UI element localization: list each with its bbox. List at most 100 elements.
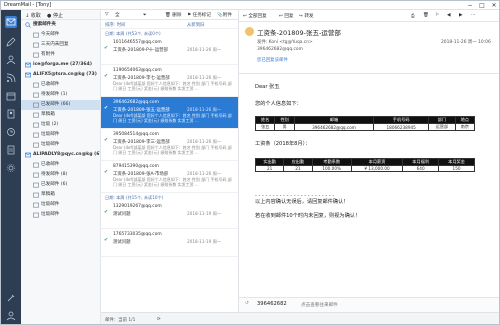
- notes-icon[interactable]: [5, 144, 17, 156]
- sidebar-item[interactable]: 垃圾邮件: [21, 210, 100, 220]
- sidebar-item[interactable]: 待发邮件 (8): [21, 170, 100, 180]
- sort-by-button[interactable]: 排序: 时间: [105, 22, 125, 28]
- compose-icon[interactable]: [5, 36, 17, 48]
- contacts-icon[interactable]: [5, 54, 17, 66]
- sidebar-item[interactable]: 草稿箱: [21, 110, 100, 120]
- print-icon[interactable]: ⎙: [411, 13, 415, 19]
- attachment-button[interactable]: 📎附件: [217, 12, 232, 18]
- sidebar-item[interactable]: ice@forga.me (27/364): [21, 60, 100, 70]
- expand-icon[interactable]: ↺: [245, 301, 249, 306]
- sidebar-item-label: 垃圾邮件: [41, 142, 60, 147]
- group-header-this-week[interactable]: 日期: 本周 (共53个, 未读0个): [101, 29, 238, 37]
- mail-row[interactable]: ✔ 1190654063@qq.com 工资条-201809-李七-运营部 2018-…: [101, 65, 238, 97]
- filter-icon[interactable]: ▽: [105, 12, 109, 17]
- next-icon[interactable]: ▶: [459, 13, 463, 18]
- sidebar-item[interactable]: ALIPADLY8@qyc.cn@kg (67): [21, 150, 100, 160]
- folder-icon: [33, 202, 39, 208]
- read-check-icon: ✔: [104, 209, 109, 215]
- flag-icon[interactable]: ⚐: [435, 13, 439, 18]
- message-to[interactable]: 396462682@qq.com: [257, 47, 303, 52]
- sidebar-item[interactable]: 已发邮件 (66): [21, 100, 100, 110]
- sidebar-item[interactable]: 已发邮件 (6): [21, 180, 100, 190]
- mail-date: 2018-11-19 周一: [187, 239, 222, 244]
- stop-button[interactable]: ● 停止: [47, 12, 63, 19]
- table-header-cell: 考勤系数: [311, 158, 352, 166]
- reply-all-button[interactable]: ↩ 全部回复: [243, 13, 267, 19]
- table-cell: ¥ 13,000.00: [350, 165, 404, 172]
- mail-row[interactable]: ✔ 395084514@qq.com 工资条-201809-李三-运营部 2018-1…: [101, 129, 238, 161]
- footer-note[interactable]: 点击查看往来邮件: [301, 302, 338, 308]
- mail-preview: Dear (def)部某部 您好个人信息如下：姓名 性别 部门 手机号码 部门 …: [113, 177, 232, 187]
- sidebar-item[interactable]: 已收邮件: [21, 80, 100, 90]
- mail-row[interactable]: ✔ 1011646557@qq.com 工资条-201809-P十-运营部 2018-…: [101, 37, 238, 65]
- sidebar-item-label: 今天邮件: [41, 32, 60, 37]
- mail-row[interactable]: ✔ 1765733035@qq.com 测试问题 2018-11-19 周一: [101, 229, 238, 257]
- mail-icon[interactable]: [5, 16, 17, 28]
- sidebar-item[interactable]: 三天内未回复: [21, 40, 100, 50]
- table-header-cell: 实出勤: [254, 158, 285, 166]
- rss-icon[interactable]: [5, 72, 17, 84]
- reply-button[interactable]: ↩ 回复: [279, 13, 294, 19]
- sidebar-item-label: 草稿箱: [41, 112, 55, 117]
- sender-avatar: [245, 27, 254, 36]
- sidebar-item[interactable]: 待发邮件 (1): [21, 90, 100, 100]
- folder-icon: [33, 122, 39, 128]
- delete-icon[interactable]: 🗑: [423, 13, 429, 18]
- sidebar-item[interactable]: 垃圾邮件: [21, 140, 100, 150]
- folder-icon: [33, 182, 39, 188]
- calendar-icon[interactable]: [5, 90, 17, 102]
- table-cell: 21: [254, 165, 285, 172]
- maximize-button[interactable]: □: [476, 1, 488, 10]
- mail-preview: Dear (def)部某部 您好个人信息如下：姓名 性别 部门 手机号码 部门 …: [113, 81, 232, 91]
- forward-button[interactable]: ↪ 转发: [299, 13, 314, 19]
- mail-row[interactable]: ✔ 879415390@qq.com 工资条-201809-张A-市场部 2018-1…: [101, 161, 238, 193]
- mail-row[interactable]: ✔ 1329019267@qq.com 测试问题 2018-11-19 周一: [101, 201, 238, 229]
- table-header-cell: 本月福利: [402, 158, 440, 166]
- app-window: DreamMail - [Tony] − □ ✕ ↓ 收取 ● 停止 搜索邮件夹…: [0, 0, 500, 325]
- filter-funnel-icon[interactable]: ⏷: [143, 12, 147, 18]
- mail-list-pane: ▽ 全 ⏷ 🗑 删除 ⚑ 任务标记 📎附件 排序: 时间 从新到旧 日期: 本周…: [101, 10, 239, 324]
- sidebar-item[interactable]: 今天邮件: [21, 30, 100, 40]
- mail-row[interactable]: ✔ 396462682@qq.com 工资条-201809-张五-运营部 2018-1…: [101, 97, 238, 129]
- account-icon: [25, 62, 31, 68]
- clock-icon[interactable]: [5, 126, 17, 138]
- sidebar-item[interactable]: ALIFX5@tsra.cn@kg (73): [21, 70, 100, 80]
- sidebar-item[interactable]: 垃圾邮件: [21, 200, 100, 210]
- table-header-cell: 姓名: [254, 116, 276, 124]
- folder-icon: [33, 102, 39, 108]
- read-check-icon: ✔: [104, 105, 109, 111]
- mail-from: 1190654063@qq.com: [113, 68, 162, 73]
- reply-all-label: 全部回复: [248, 14, 267, 19]
- account-icon: [25, 152, 31, 158]
- greeting-text: Dear 张五: [255, 84, 280, 90]
- sidebar-item[interactable]: 草稿箱: [21, 190, 100, 200]
- sidebar-item[interactable]: 搜索邮件夹: [21, 20, 100, 30]
- table-header-cell: 手机号码: [373, 116, 430, 124]
- footer-sender[interactable]: 396462682: [257, 301, 287, 307]
- folder-icon: [33, 162, 39, 168]
- contacts-card-icon[interactable]: [5, 108, 17, 120]
- table-cell: 男: [274, 123, 295, 131]
- folder-icon: [33, 142, 39, 148]
- mark-task-button[interactable]: ⚑ 任务标记: [187, 12, 211, 18]
- close-button[interactable]: ✕: [488, 1, 499, 10]
- receive-button[interactable]: ↓ 收取: [25, 12, 41, 19]
- delete-button[interactable]: 🗑 删除: [165, 12, 182, 18]
- settings-icon[interactable]: [5, 162, 17, 174]
- nav-rail: [1, 10, 21, 324]
- group-header-last-week[interactable]: 日期: 本周 (共15个, 未读10个): [101, 193, 238, 201]
- minimize-button[interactable]: −: [464, 1, 476, 10]
- tools-icon[interactable]: [5, 292, 17, 304]
- sidebar-item[interactable]: 垃圾 (2): [21, 120, 100, 130]
- reading-toolbar: ↩ 全部回复 ↩ 回复 ↪ 转发 ⎙ 🗑 ⚐ ◀ ▶ ⋯: [239, 10, 499, 22]
- message-from[interactable]: 发件: Koni <tg@Yuqa.cn>: [257, 39, 313, 45]
- more-icon[interactable]: ⋯: [471, 13, 476, 18]
- sidebar-item[interactable]: 垃圾邮件: [21, 130, 100, 140]
- prev-icon[interactable]: ◀: [447, 13, 451, 18]
- sort-order-button[interactable]: 从新到旧: [187, 22, 205, 28]
- sidebar-item-label: 待发邮件 (1): [41, 92, 68, 97]
- filter-all-button[interactable]: 全: [115, 12, 120, 18]
- sidebar-item[interactable]: 已收邮件: [21, 160, 100, 170]
- sidebar-item[interactable]: 有附件: [21, 50, 100, 60]
- user-icon[interactable]: [5, 310, 17, 322]
